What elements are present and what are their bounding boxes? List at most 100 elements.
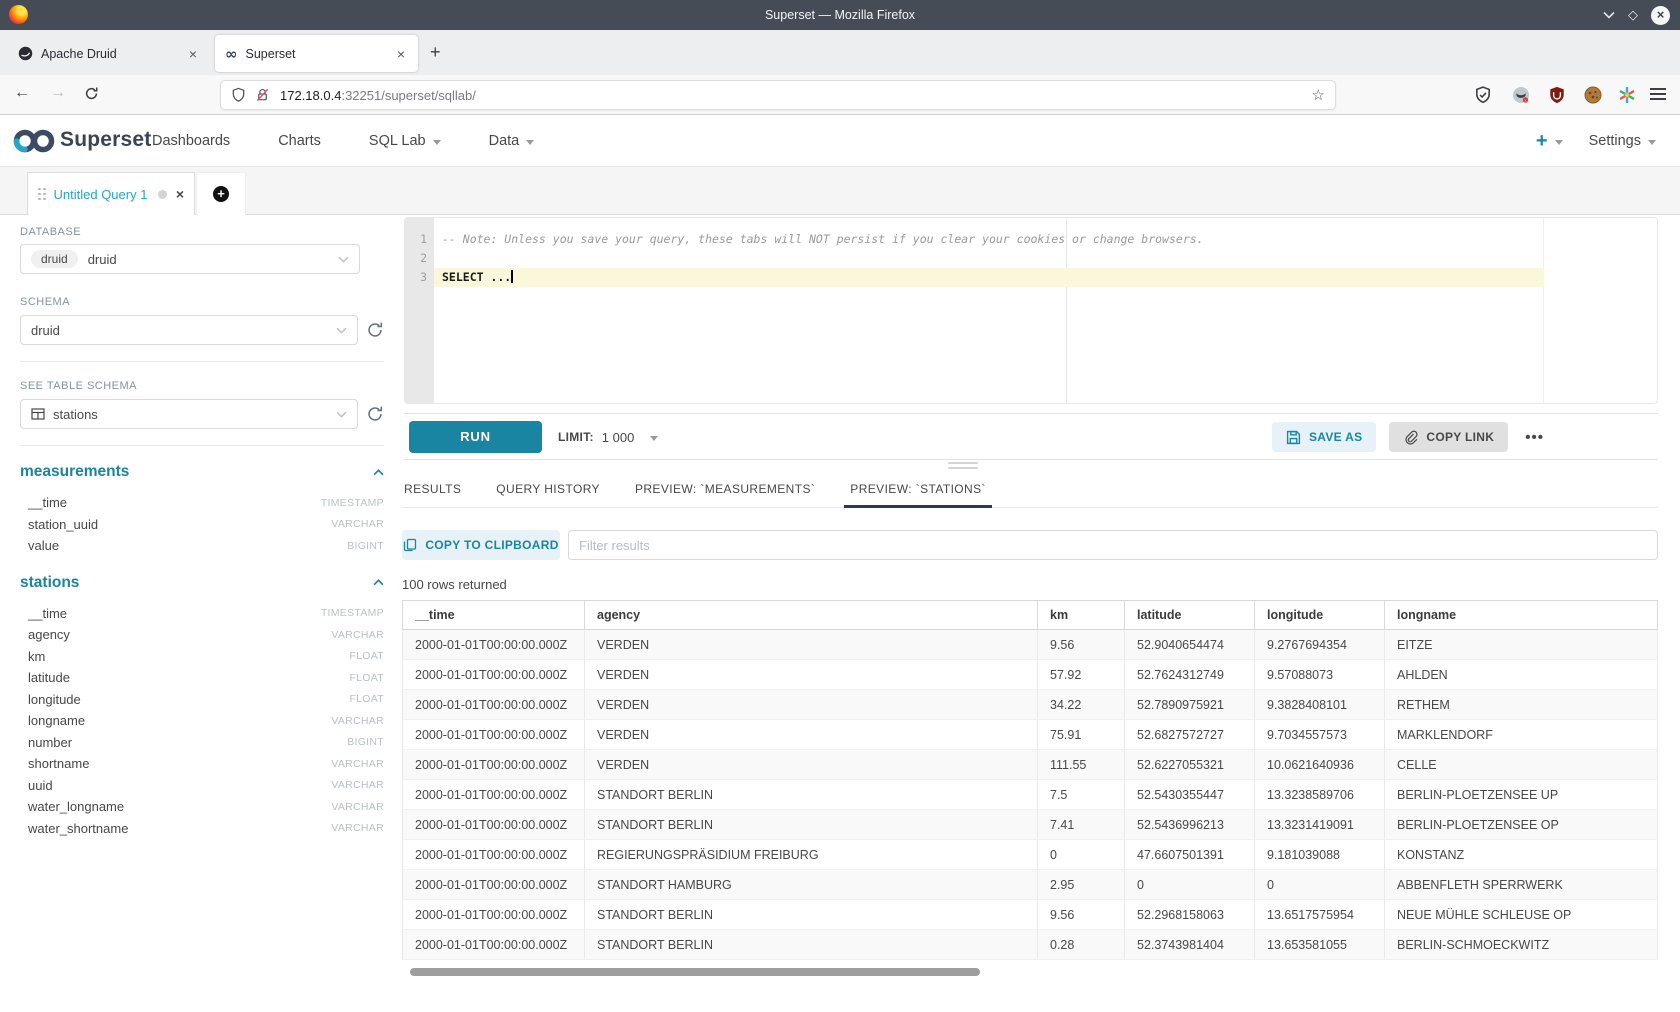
nav-item-label: SQL Lab	[369, 133, 426, 149]
results-table-header: __timeagencykmlatitudelongitudelongname	[402, 600, 1658, 630]
table-row[interactable]: 2000-01-01T00:00:00.000ZVERDEN9.5652.904…	[402, 630, 1658, 660]
table-row[interactable]: 2000-01-01T00:00:00.000ZVERDEN34.2252.78…	[402, 690, 1658, 720]
table-row[interactable]: 2000-01-01T00:00:00.000ZVERDEN57.9252.76…	[402, 660, 1658, 690]
tab-close-icon[interactable]: ×	[394, 46, 408, 62]
chevron-down-icon	[338, 256, 349, 263]
table-row[interactable]: 2000-01-01T00:00:00.000ZSTANDORT HAMBURG…	[402, 870, 1658, 900]
divider	[404, 459, 1658, 460]
mask-icon[interactable]: x	[1512, 86, 1530, 104]
drag-handle-icon[interactable]	[38, 188, 46, 201]
table-row[interactable]: 2000-01-01T00:00:00.000ZSTANDORT BERLIN7…	[402, 810, 1658, 840]
nav-item-sql-lab[interactable]: SQL Lab	[369, 133, 441, 149]
bookmark-star-icon[interactable]: ☆	[1312, 86, 1325, 104]
pane-splitter-handle[interactable]	[948, 462, 978, 472]
table-row[interactable]: 2000-01-01T00:00:00.000ZVERDEN75.9152.68…	[402, 720, 1658, 750]
sql-editor[interactable]: 123 -- Note: Unless you save your query,…	[404, 217, 1658, 404]
table-select[interactable]: stations	[20, 399, 358, 429]
schema-column-row: __timeTIMESTAMP	[20, 492, 384, 514]
column-header-latitude[interactable]: latitude	[1125, 601, 1255, 629]
menu-icon[interactable]	[1650, 88, 1666, 103]
column-header-agency[interactable]: agency	[585, 601, 1038, 629]
more-options-icon[interactable]: •••	[1521, 429, 1548, 446]
browser-tab-title: Apache Druid	[41, 47, 186, 61]
nav-item-charts[interactable]: Charts	[278, 133, 321, 149]
copy-to-clipboard-button[interactable]: COPY TO CLIPBOARD	[402, 530, 560, 560]
refresh-table-icon[interactable]	[366, 405, 384, 423]
table-cell: EITZE	[1385, 630, 1658, 659]
query-tab-close-icon[interactable]: ×	[176, 186, 184, 202]
table-cell: 13.6517575954	[1255, 900, 1385, 929]
column-header-longname[interactable]: longname	[1385, 601, 1658, 629]
filter-results-input[interactable]	[568, 530, 1658, 560]
reload-icon[interactable]	[84, 86, 99, 101]
limit-dropdown[interactable]: LIMIT: 1 000	[558, 421, 658, 453]
column-type: TIMESTAMP	[321, 497, 384, 509]
results-tab-preview-stations[interactable]: PREVIEW: `STATIONS`	[848, 482, 988, 507]
run-button[interactable]: RUN	[409, 421, 542, 453]
results-table-body: 2000-01-01T00:00:00.000ZVERDEN9.5652.904…	[402, 630, 1658, 960]
schema-select[interactable]: druid	[20, 315, 358, 345]
settings-label: Settings	[1589, 133, 1641, 149]
minimize-icon[interactable]	[1603, 11, 1615, 19]
schema-table-header-stations[interactable]: stations	[20, 574, 384, 592]
results-tab-results[interactable]: RESULTS	[402, 482, 463, 507]
table-row[interactable]: 2000-01-01T00:00:00.000ZSTANDORT BERLIN7…	[402, 780, 1658, 810]
table-cell: 2000-01-01T00:00:00.000Z	[402, 810, 585, 839]
table-cell: BERLIN-PLOETZENSEE UP	[1385, 780, 1658, 809]
column-header-__time[interactable]: __time	[402, 601, 585, 629]
lock-insecure-icon[interactable]	[255, 87, 270, 103]
caret-down-icon	[650, 436, 658, 441]
column-header-km[interactable]: km	[1038, 601, 1125, 629]
collapse-chevron-icon[interactable]	[373, 469, 384, 476]
table-cell: VERDEN	[585, 630, 1038, 659]
add-query-tab-button[interactable]: +	[196, 172, 246, 215]
colorful-asterisk-icon[interactable]	[1618, 86, 1636, 104]
query-tab-untitled[interactable]: Untitled Query 1 ×	[27, 172, 195, 215]
cookie-icon[interactable]	[1584, 86, 1602, 104]
window-controls: ◇ ×	[1603, 0, 1670, 30]
results-table: __timeagencykmlatitudelongitudelongname …	[402, 600, 1658, 960]
save-as-button[interactable]: SAVE AS	[1272, 422, 1376, 452]
table-row[interactable]: 2000-01-01T00:00:00.000ZVERDEN111.5552.6…	[402, 750, 1658, 780]
table-cell: 2.95	[1038, 870, 1125, 899]
table-cell: 13.3238589706	[1255, 780, 1385, 809]
results-tab-query-history[interactable]: QUERY HISTORY	[494, 482, 602, 507]
horizontal-scrollbar[interactable]	[410, 968, 980, 976]
url-host: 172.18.0.4	[280, 88, 341, 103]
results-tab-preview-measurements[interactable]: PREVIEW: `MEASUREMENTS`	[633, 482, 817, 507]
table-row[interactable]: 2000-01-01T00:00:00.000ZREGIERUNGSPRÄSID…	[402, 840, 1658, 870]
refresh-schema-icon[interactable]	[366, 321, 384, 339]
collapse-chevron-icon[interactable]	[373, 579, 384, 586]
forward-icon[interactable]: →	[50, 84, 66, 102]
back-icon[interactable]: ←	[14, 84, 30, 102]
url-bar[interactable]: 172.18.0.4:32251/superset/sqllab/ ☆	[220, 80, 1336, 110]
new-tab-icon[interactable]: +	[430, 42, 441, 62]
database-select[interactable]: druid druid	[20, 244, 360, 274]
browser-tab-superset[interactable]: ∞ Superset ×	[215, 35, 418, 72]
table-cell: 2000-01-01T00:00:00.000Z	[402, 780, 585, 809]
brand-title[interactable]: Superset	[60, 128, 151, 152]
nav-item-dashboards[interactable]: Dashboards	[152, 133, 230, 149]
plus-icon: +	[1536, 130, 1548, 153]
column-header-longitude[interactable]: longitude	[1255, 601, 1385, 629]
table-cell: 0	[1125, 870, 1255, 899]
window-title: Superset — Mozilla Firefox	[0, 0, 1680, 30]
tab-close-icon[interactable]: ×	[186, 46, 200, 62]
shield-check-icon[interactable]	[1474, 86, 1492, 104]
table-row[interactable]: 2000-01-01T00:00:00.000ZSTANDORT BERLIN0…	[402, 930, 1658, 960]
table-cell: STANDORT BERLIN	[585, 810, 1038, 839]
copy-link-button[interactable]: COPY LINK	[1389, 422, 1508, 452]
maximize-icon[interactable]: ◇	[1628, 7, 1638, 23]
shield-icon[interactable]	[231, 87, 246, 103]
ublock-icon[interactable]	[1548, 86, 1566, 104]
nav-item-data[interactable]: Data	[489, 133, 535, 149]
add-new-button[interactable]: +	[1536, 130, 1563, 153]
table-cell: 9.7034557573	[1255, 720, 1385, 749]
editor-code[interactable]: -- Note: Unless you save your query, the…	[434, 218, 1657, 403]
table-row[interactable]: 2000-01-01T00:00:00.000ZSTANDORT BERLIN9…	[402, 900, 1658, 930]
close-icon[interactable]: ×	[1651, 6, 1670, 25]
schema-table-header-measurements[interactable]: measurements	[20, 463, 384, 481]
browser-tab-apache-druid[interactable]: Apache Druid ×	[8, 35, 210, 72]
superset-logo-icon[interactable]	[12, 128, 56, 154]
settings-menu[interactable]: Settings	[1589, 133, 1656, 149]
